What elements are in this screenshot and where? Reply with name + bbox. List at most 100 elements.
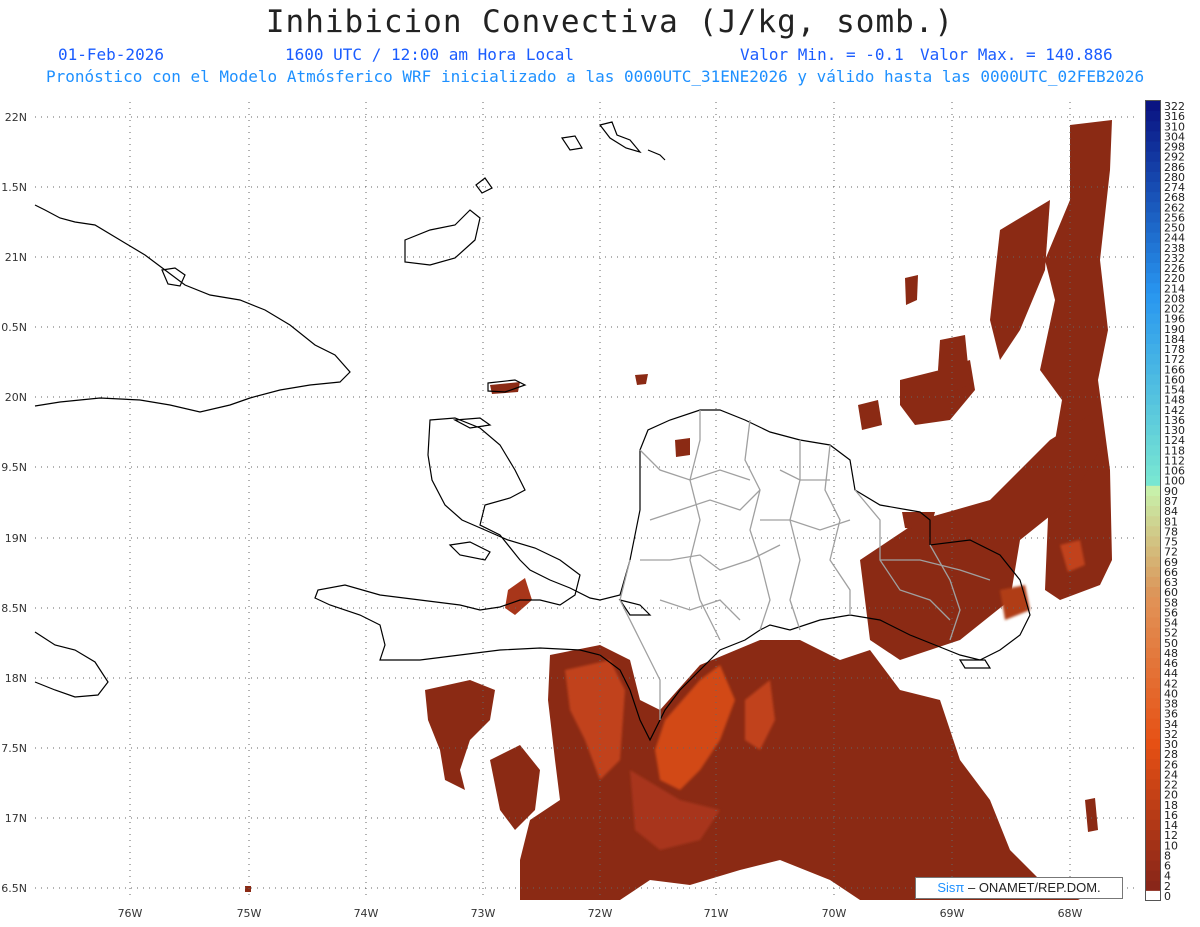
lon-axis: 76W 75W 74W 73W 72W 71W 70W 69W 68W xyxy=(118,907,1083,920)
lon-label: 71W xyxy=(704,907,729,920)
colorbar-swatch xyxy=(1146,212,1160,224)
colorbar-swatch xyxy=(1146,627,1160,639)
colorbar-swatch xyxy=(1146,273,1160,284)
lat-label: 9.5N xyxy=(1,461,27,474)
colorbar-swatch xyxy=(1146,759,1160,770)
credit-brand: Sisπ xyxy=(937,880,965,895)
lat-label: 22N xyxy=(5,111,27,124)
lat-label: 8.5N xyxy=(1,602,27,615)
colorbar-swatch xyxy=(1146,526,1160,537)
colorbar-swatch xyxy=(1146,556,1160,568)
colorbar-swatch xyxy=(1146,435,1160,446)
lat-label: 19N xyxy=(5,532,27,545)
lat-label: 21N xyxy=(5,251,27,264)
colorbar-swatch xyxy=(1146,516,1160,527)
lon-label: 76W xyxy=(118,907,143,920)
colorbar-swatch xyxy=(1146,779,1160,791)
colorbar-swatch xyxy=(1146,202,1160,213)
colorbar-swatch xyxy=(1146,445,1160,456)
cin-field-north-4 xyxy=(858,400,882,430)
lon-label: 69W xyxy=(940,907,965,920)
colorbar-swatch xyxy=(1146,799,1160,811)
colorbar-swatch xyxy=(1146,688,1160,699)
lat-label: 20N xyxy=(5,391,27,404)
colorbar-swatch xyxy=(1146,718,1160,730)
colorbar-swatch xyxy=(1146,425,1160,436)
colorbar-swatch xyxy=(1146,698,1160,710)
colorbar-swatch xyxy=(1146,637,1160,649)
colorbar-swatch xyxy=(1146,313,1160,325)
colorbar-label: 0 xyxy=(1164,890,1171,903)
colorbar-swatch xyxy=(1146,738,1160,750)
lon-label: 74W xyxy=(354,907,379,920)
colorbar-swatch xyxy=(1146,465,1160,477)
colorbar-swatch xyxy=(1146,850,1160,861)
colorbar-swatch xyxy=(1146,506,1160,517)
colorbar-swatch xyxy=(1146,161,1160,173)
cin-field-north-3 xyxy=(675,438,690,457)
lat-label: 6.5N xyxy=(1,882,27,895)
colorbar-swatch xyxy=(1146,283,1160,294)
colorbar-swatch xyxy=(1146,860,1160,872)
colorbar-swatch xyxy=(1146,404,1160,416)
colorbar-swatch xyxy=(1146,678,1160,689)
colorbar-swatch xyxy=(1146,293,1160,305)
colorbar-swatch xyxy=(1146,576,1160,588)
colorbar-swatch xyxy=(1146,495,1160,507)
lat-label: 17N xyxy=(5,812,27,825)
colorbar-swatch xyxy=(1146,840,1160,851)
lat-label: 0.5N xyxy=(1,321,27,334)
colorbar-swatch xyxy=(1146,830,1160,841)
credit-text: – ONAMET/REP.DOM. xyxy=(964,880,1101,895)
colorbar-swatch xyxy=(1146,414,1160,426)
lon-label: 75W xyxy=(237,907,262,920)
colorbar-swatch xyxy=(1146,789,1160,801)
lon-label: 68W xyxy=(1058,907,1083,920)
cin-field-south-far xyxy=(600,818,617,842)
colorbar-swatch xyxy=(1146,890,1160,902)
lon-label: 70W xyxy=(822,907,847,920)
colorbar-swatch xyxy=(1146,344,1160,355)
cin-field-dot xyxy=(245,886,251,892)
colorbar-swatch xyxy=(1146,101,1160,112)
colorbar-swatch xyxy=(1146,192,1160,203)
colorbar-swatch xyxy=(1146,617,1160,629)
colorbar-swatch xyxy=(1146,475,1160,487)
lat-label: 1.5N xyxy=(1,181,27,194)
colorbar-swatch xyxy=(1146,809,1160,821)
colorbar-swatch xyxy=(1146,182,1160,193)
colorbar-swatch xyxy=(1146,819,1160,831)
credit-box: Sisπ – ONAMET/REP.DOM. xyxy=(915,877,1123,899)
colorbar-swatch xyxy=(1146,394,1160,406)
colorbar-swatch xyxy=(1146,455,1160,467)
lon-label: 73W xyxy=(471,907,496,920)
colorbar-swatch xyxy=(1146,870,1160,882)
cin-field-north-6 xyxy=(635,374,648,385)
colorbar-labels: 3223163103042982922862802742682622562502… xyxy=(1164,100,1185,903)
colorbar-swatch xyxy=(1146,668,1160,679)
colorbar-swatch xyxy=(1146,546,1160,558)
colorbar-swatch xyxy=(1146,323,1160,335)
colorbar-swatch xyxy=(1146,566,1160,578)
colorbar-swatch xyxy=(1146,131,1160,143)
colorbar-swatch xyxy=(1146,364,1160,375)
lat-label: 7.5N xyxy=(1,742,27,755)
colorbar-swatch xyxy=(1146,587,1160,598)
cin-map: 22N 1.5N 21N 0.5N 20N 9.5N 19N 8.5N 18N … xyxy=(1,102,1137,920)
lat-axis: 22N 1.5N 21N 0.5N 20N 9.5N 19N 8.5N 18N … xyxy=(1,111,27,895)
colorbar-swatch xyxy=(1146,769,1160,780)
colorbar-swatch xyxy=(1146,657,1160,669)
colorbar-swatch xyxy=(1146,141,1160,153)
colorbar-swatch xyxy=(1146,242,1160,254)
colorbar-swatch xyxy=(1146,263,1160,274)
colorbar-swatch xyxy=(1146,880,1160,892)
colorbar-swatch xyxy=(1146,728,1160,740)
colorbar-swatch xyxy=(1146,607,1160,618)
colorbar-swatch xyxy=(1146,374,1160,386)
colorbar-swatch xyxy=(1146,171,1160,183)
colorbar-swatch xyxy=(1146,384,1160,396)
lon-label: 72W xyxy=(588,907,613,920)
colorbar-swatch xyxy=(1146,222,1160,234)
colorbar-swatch xyxy=(1146,303,1160,315)
colorbar-swatch xyxy=(1146,111,1160,122)
